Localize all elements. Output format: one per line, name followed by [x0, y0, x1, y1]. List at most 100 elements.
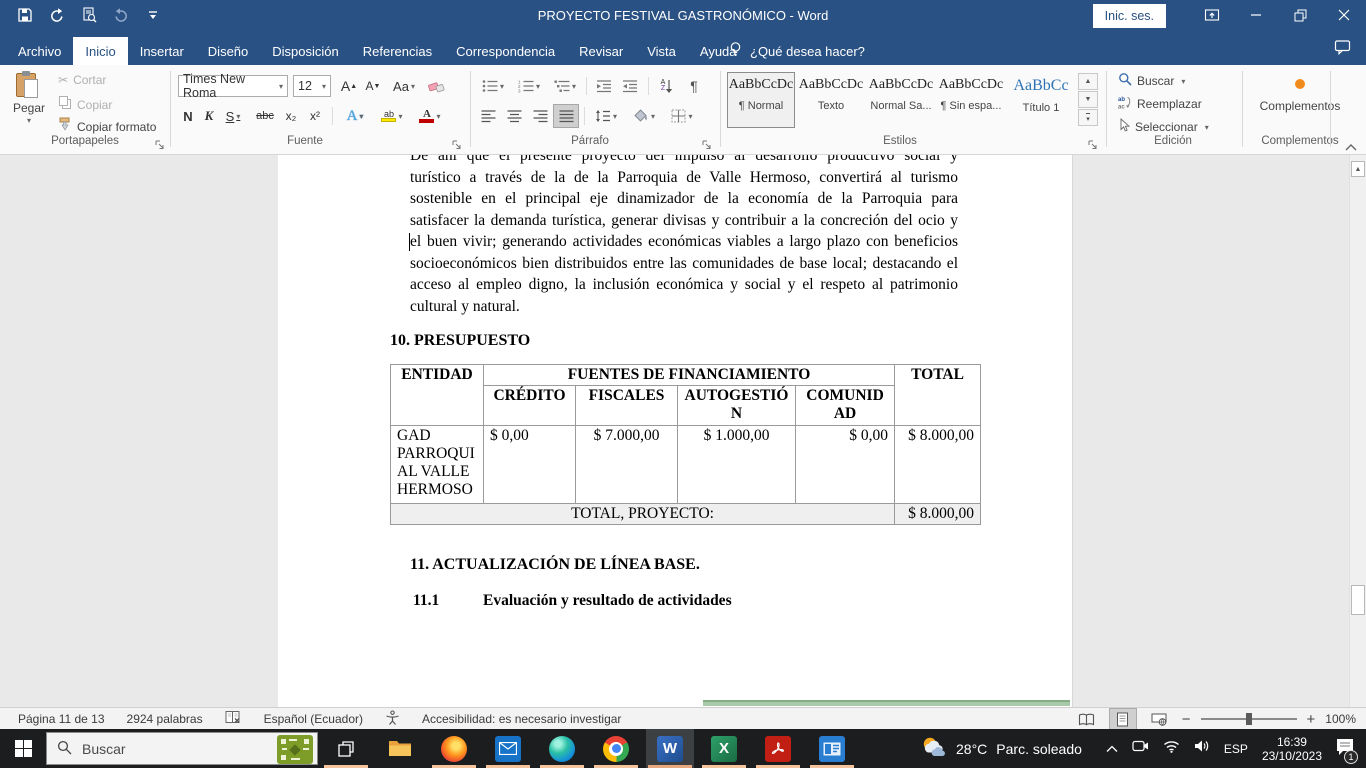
- style-titulo-1[interactable]: AaBbCc Título 1: [1008, 73, 1074, 127]
- align-right-button[interactable]: [528, 105, 552, 127]
- zoom-level[interactable]: 100%: [1325, 712, 1356, 726]
- zoom-slider-thumb[interactable]: [1246, 713, 1252, 725]
- justify-button[interactable]: [554, 105, 578, 127]
- chrome-button[interactable]: [592, 729, 640, 768]
- acrobat-button[interactable]: [754, 729, 802, 768]
- subscript-button[interactable]: x₂: [280, 105, 302, 127]
- format-painter-button[interactable]: Copiar formato: [58, 117, 156, 136]
- scroll-up-arrow-icon[interactable]: ▲: [1351, 161, 1365, 177]
- styles-scroll-up-icon[interactable]: ▲: [1078, 73, 1098, 90]
- redo-icon[interactable]: [112, 6, 130, 24]
- style-normal-sa[interactable]: AaBbCcDc Normal Sa...: [868, 73, 934, 127]
- print-layout-icon[interactable]: [1110, 709, 1136, 729]
- accessibility-status[interactable]: Accesibilidad: es necesario investigar: [422, 712, 621, 726]
- taskbar-search-box[interactable]: Buscar: [46, 732, 318, 765]
- shading-button[interactable]: ▾: [628, 105, 660, 127]
- find-button[interactable]: Buscar▾: [1118, 71, 1185, 91]
- show-paragraph-marks-button[interactable]: ¶: [684, 75, 704, 97]
- start-button[interactable]: [0, 729, 46, 768]
- styles-gallery-more-icon[interactable]: ▾: [1078, 109, 1098, 126]
- sign-in-button[interactable]: Inic. ses.: [1093, 4, 1166, 28]
- paste-button[interactable]: Pegar ▾: [8, 69, 50, 133]
- tab-correspondencia[interactable]: Correspondencia: [444, 37, 567, 65]
- notification-center-icon[interactable]: 1: [1336, 738, 1354, 760]
- tab-inicio[interactable]: Inicio: [73, 37, 127, 65]
- copy-button[interactable]: Copiar: [58, 95, 112, 114]
- vertical-scrollbar[interactable]: ▲: [1349, 155, 1366, 707]
- grow-font-button[interactable]: A▲: [338, 75, 360, 97]
- underline-button[interactable]: S▾: [220, 105, 246, 127]
- zoom-in-button[interactable]: +: [1307, 711, 1316, 728]
- undo-icon[interactable]: [48, 6, 66, 24]
- read-mode-icon[interactable]: [1074, 709, 1100, 729]
- accessibility-icon[interactable]: [385, 710, 400, 728]
- search-highlight-icon[interactable]: [277, 735, 313, 767]
- bullets-button[interactable]: ▾: [478, 75, 508, 97]
- restore-button[interactable]: [1278, 0, 1322, 30]
- save-icon[interactable]: [16, 6, 34, 24]
- close-button[interactable]: [1322, 0, 1366, 30]
- tab-vista[interactable]: Vista: [635, 37, 688, 65]
- edge-button[interactable]: [538, 729, 586, 768]
- increase-indent-button[interactable]: [618, 75, 642, 97]
- tab-referencias[interactable]: Referencias: [351, 37, 444, 65]
- scrollbar-thumb[interactable]: [1351, 585, 1365, 615]
- tray-expand-icon[interactable]: [1106, 740, 1118, 758]
- print-preview-icon[interactable]: [80, 6, 98, 24]
- tell-me-box[interactable]: ¿Qué desea hacer?: [728, 37, 865, 65]
- style-sin-espaciado[interactable]: AaBbCcDc ¶ Sin espa...: [938, 73, 1004, 127]
- zoom-slider[interactable]: [1201, 712, 1297, 726]
- font-size-combo[interactable]: 12▾: [293, 75, 331, 97]
- align-left-button[interactable]: [476, 105, 500, 127]
- select-button[interactable]: Seleccionar▾: [1118, 117, 1209, 137]
- wifi-icon[interactable]: [1163, 740, 1180, 758]
- task-view-button[interactable]: [322, 729, 370, 768]
- bold-button[interactable]: N: [178, 105, 198, 127]
- pinned-app-button[interactable]: [808, 729, 856, 768]
- keyboard-language[interactable]: ESP: [1224, 742, 1248, 756]
- document-page[interactable]: De ahí que el presente proyecto del impu…: [278, 155, 1073, 707]
- borders-button[interactable]: ▾: [666, 105, 698, 127]
- proofing-error-icon[interactable]: [225, 710, 242, 728]
- font-dialog-launcher-icon[interactable]: [452, 137, 464, 149]
- tab-revisar[interactable]: Revisar: [567, 37, 635, 65]
- shrink-font-button[interactable]: A▼: [362, 75, 384, 97]
- replace-button[interactable]: abac Reemplazar: [1118, 94, 1202, 114]
- volume-icon[interactable]: [1194, 739, 1210, 758]
- decrease-indent-button[interactable]: [592, 75, 616, 97]
- paragraph-dialog-launcher-icon[interactable]: [702, 137, 714, 149]
- excel-button[interactable]: X: [700, 729, 748, 768]
- strikethrough-button[interactable]: abc: [252, 105, 278, 127]
- style-normal[interactable]: AaBbCcDc ¶ Normal: [728, 73, 794, 127]
- line-spacing-button[interactable]: ▾: [590, 105, 622, 127]
- font-family-combo[interactable]: Times New Roma▾: [178, 75, 288, 97]
- addins-button[interactable]: Complementos: [1250, 71, 1350, 129]
- tab-disposicion[interactable]: Disposición: [260, 37, 350, 65]
- word-count[interactable]: 2924 palabras: [127, 712, 203, 726]
- mail-button[interactable]: [484, 729, 532, 768]
- ribbon-display-options-icon[interactable]: [1190, 0, 1234, 30]
- minimize-button[interactable]: [1234, 0, 1278, 30]
- tab-insertar[interactable]: Insertar: [128, 37, 196, 65]
- numbering-button[interactable]: 123▾: [514, 75, 544, 97]
- meet-now-icon[interactable]: [1132, 739, 1149, 758]
- web-layout-icon[interactable]: [1146, 709, 1172, 729]
- clipboard-dialog-launcher-icon[interactable]: [155, 137, 167, 149]
- clock[interactable]: 16:39 23/10/2023: [1262, 735, 1322, 763]
- cut-button[interactable]: ✂ Cortar: [58, 73, 106, 87]
- styles-dialog-launcher-icon[interactable]: [1088, 137, 1100, 149]
- word-taskbar-button[interactable]: W: [646, 729, 694, 768]
- zoom-out-button[interactable]: −: [1182, 711, 1191, 728]
- page-indicator[interactable]: Página 11 de 13: [18, 712, 105, 726]
- italic-button[interactable]: K: [200, 105, 218, 127]
- style-texto[interactable]: AaBbCcDc Texto: [798, 73, 864, 127]
- styles-scroll-down-icon[interactable]: ▼: [1078, 91, 1098, 108]
- customize-qat-icon[interactable]: [144, 6, 162, 24]
- language-indicator[interactable]: Español (Ecuador): [264, 712, 363, 726]
- firefox-button[interactable]: [430, 729, 478, 768]
- align-center-button[interactable]: [502, 105, 526, 127]
- font-color-button[interactable]: A ▾: [414, 105, 446, 127]
- tab-archivo[interactable]: Archivo: [6, 37, 73, 65]
- tab-diseno[interactable]: Diseño: [196, 37, 260, 65]
- highlight-color-button[interactable]: ab ▾: [376, 105, 408, 127]
